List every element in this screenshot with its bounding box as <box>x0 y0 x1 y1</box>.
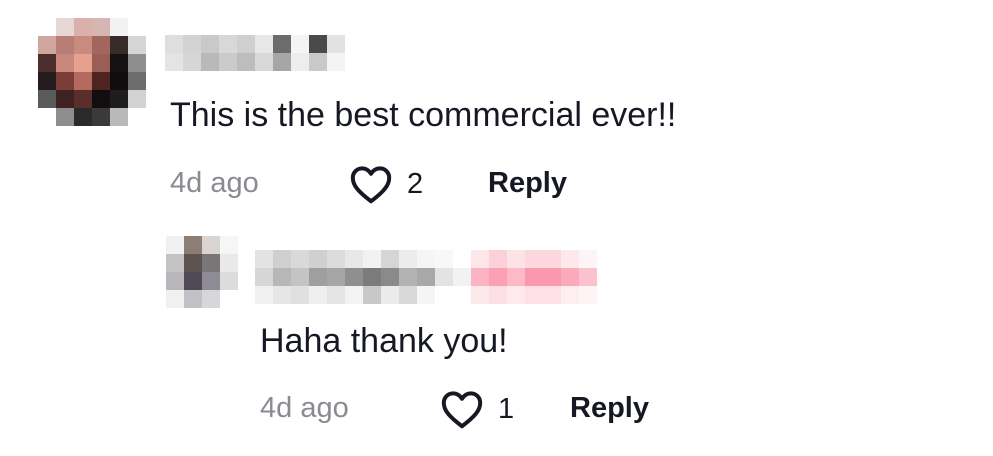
username-redacted[interactable] <box>165 35 345 71</box>
heart-outline-icon <box>349 164 393 204</box>
avatar[interactable] <box>38 18 146 126</box>
comment-timestamp: 4d ago <box>170 167 259 199</box>
like-button[interactable]: 1 <box>440 389 514 429</box>
heart-outline-icon <box>440 389 484 429</box>
like-button[interactable]: 2 <box>349 164 423 204</box>
comment-timestamp: 4d ago <box>260 392 349 424</box>
reply-button[interactable]: Reply <box>570 391 649 425</box>
like-count: 1 <box>498 393 515 425</box>
avatar[interactable] <box>166 236 238 308</box>
reply-button[interactable]: Reply <box>488 166 567 200</box>
comment-text: This is the best commercial ever!! <box>170 96 677 134</box>
comment-text: Haha thank you! <box>260 322 508 360</box>
like-count: 2 <box>407 168 424 200</box>
username-redacted[interactable] <box>255 250 651 304</box>
